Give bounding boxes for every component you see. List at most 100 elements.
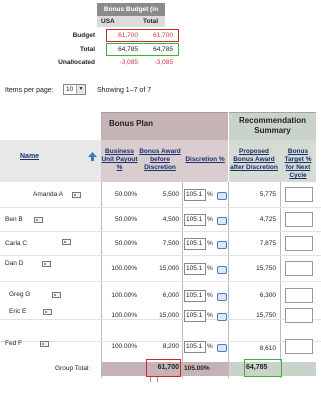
comment-bubble-icon[interactable] xyxy=(217,217,227,225)
proposed-award-value: 7,875 xyxy=(259,240,276,247)
bonus-target-input[interactable] xyxy=(285,308,313,323)
column-header-bonus-target-next[interactable]: Bonus Target % for Next Cycle xyxy=(280,140,316,182)
column-header-bonus-award-before[interactable]: Bonus Award before Discretion xyxy=(139,140,181,182)
discretion-input[interactable]: 105.1 xyxy=(184,189,206,201)
bonus-before-value: 7,500 xyxy=(162,240,179,247)
employee-name[interactable]: Fed F xyxy=(5,339,22,349)
payout-value: 50.00% xyxy=(114,240,137,247)
proposed-award-value: 6,300 xyxy=(259,292,276,299)
bonus-target-input[interactable] xyxy=(285,236,313,251)
contact-card-icon[interactable] xyxy=(72,192,81,198)
employee-name[interactable]: Eric E xyxy=(9,307,26,317)
contact-card-icon[interactable] xyxy=(40,341,49,347)
contact-card-icon[interactable] xyxy=(62,239,71,245)
table-row: Carla C 50.00% 7,500 105.1 % 7,875 xyxy=(0,232,321,256)
column-resize-grip[interactable] xyxy=(150,377,158,382)
total-total-value: 64,785 xyxy=(153,46,173,53)
discretion-input[interactable]: 105.1 xyxy=(184,290,206,302)
chevron-down-icon[interactable]: ▼ xyxy=(76,85,85,94)
comment-bubble-icon[interactable] xyxy=(217,241,227,249)
budget-summary-title: Bonus Budget (in USD) xyxy=(97,3,165,26)
bonus-before-value: 15,000 xyxy=(159,265,179,272)
discretion-input[interactable]: 105.1 xyxy=(184,310,206,322)
column-header-name[interactable]: Name xyxy=(20,153,39,160)
budget-usa-value: 61,700 xyxy=(118,32,138,39)
bonus-target-input[interactable] xyxy=(285,212,313,227)
name-header-background xyxy=(0,140,101,182)
bonus-target-input[interactable] xyxy=(285,339,313,354)
bonus-before-value: 6,000 xyxy=(162,292,179,299)
contact-card-icon[interactable] xyxy=(34,217,43,223)
unallocated-row-label: Unallocated xyxy=(58,59,95,66)
comment-bubble-icon[interactable] xyxy=(217,266,227,274)
comment-bubble-icon[interactable] xyxy=(217,192,227,200)
group-total-discretion-value: 105.00% xyxy=(184,365,210,372)
comment-bubble-icon[interactable] xyxy=(217,313,227,321)
bonus-target-input[interactable] xyxy=(285,288,313,303)
payout-value: 50.00% xyxy=(114,216,137,223)
employee-name[interactable]: Carla C xyxy=(5,239,27,249)
group-total-proposed-value: 64,785 xyxy=(246,364,268,371)
discretion-input[interactable]: 105.1 xyxy=(184,263,206,275)
employee-name[interactable]: Greg G xyxy=(9,290,30,300)
sort-arrow-icon[interactable] xyxy=(88,152,97,161)
contact-card-icon[interactable] xyxy=(52,292,61,298)
discretion-input[interactable]: 105.1 xyxy=(184,238,206,250)
payout-value: 100.00% xyxy=(111,343,137,350)
payout-value: 100.00% xyxy=(111,292,137,299)
percent-sign: % xyxy=(207,343,213,350)
column-header-discretion[interactable]: Discretion % xyxy=(182,140,228,182)
total-usa-value: 64,785 xyxy=(118,46,138,53)
bonus-before-value: 8,200 xyxy=(162,343,179,350)
budget-total-value: 61,700 xyxy=(153,32,173,39)
percent-sign: % xyxy=(207,265,213,272)
percent-sign: % xyxy=(207,292,213,299)
discretion-input[interactable]: 105.1 xyxy=(184,214,206,226)
bonus-target-input[interactable] xyxy=(285,261,313,276)
unallocated-total-value: -3,085 xyxy=(154,59,173,66)
column-header-business-unit-payout[interactable]: Business Unit Payout % xyxy=(101,140,138,182)
percent-sign: % xyxy=(207,312,213,319)
contact-card-icon[interactable] xyxy=(42,261,51,267)
items-per-page-value: 10 xyxy=(66,86,74,93)
unallocated-usa-value: -3,085 xyxy=(119,59,138,66)
table-row: Eric E 100.00% 15,000 105.1 % 15,750 xyxy=(0,308,321,342)
group-total-before-value: 61,700 xyxy=(157,364,179,371)
showing-status: Showing 1–7 of 7 xyxy=(97,87,152,94)
budget-row-label: Budget xyxy=(72,32,95,39)
proposed-award-value: 4,725 xyxy=(259,216,276,223)
employee-name[interactable]: Dan D xyxy=(5,259,23,269)
items-per-page-select[interactable]: 10 ▼ xyxy=(63,84,86,95)
recommendation-summary-group-header: Recommendation Summary xyxy=(229,112,316,140)
table-row: Amanda A 50.00% 5,500 105.1 % 5,775 xyxy=(0,182,321,208)
proposed-award-value: 15,750 xyxy=(256,312,276,319)
items-per-page-label: Items per page: xyxy=(5,87,54,94)
comment-bubble-icon[interactable] xyxy=(217,293,227,301)
budget-col-usa: USA xyxy=(97,16,139,27)
bonus-before-value: 5,500 xyxy=(162,191,179,198)
proposed-award-value: 15,750 xyxy=(256,265,276,272)
bonus-plan-group-header: Bonus Plan xyxy=(101,112,228,140)
percent-sign: % xyxy=(207,240,213,247)
budget-col-total: Total xyxy=(139,16,165,27)
group-total-label: Group Total: xyxy=(55,365,91,372)
proposed-award-value: 8,610 xyxy=(259,345,276,352)
comment-bubble-icon[interactable] xyxy=(217,344,227,352)
percent-sign: % xyxy=(207,216,213,223)
employee-name[interactable]: Ben B xyxy=(5,215,23,225)
bonus-before-value: 15,000 xyxy=(159,312,179,319)
discretion-input[interactable]: 105.1 xyxy=(184,341,206,353)
employee-name[interactable]: Amanda A xyxy=(33,190,63,200)
bonus-before-value: 4,500 xyxy=(162,216,179,223)
bonus-target-input[interactable] xyxy=(285,187,313,202)
table-row: Dan D 100.00% 15,000 105.1 % 15,750 xyxy=(0,256,321,282)
column-header-proposed-award[interactable]: Proposed Bonus Award after Discretion xyxy=(229,140,279,182)
total-row-label: Total xyxy=(79,46,95,53)
payout-value: 100.00% xyxy=(111,312,137,319)
proposed-award-value: 5,775 xyxy=(259,191,276,198)
percent-sign: % xyxy=(207,191,213,198)
table-row: Ben B 50.00% 4,500 105.1 % 4,725 xyxy=(0,208,321,232)
payout-value: 50.00% xyxy=(114,191,137,198)
contact-card-icon[interactable] xyxy=(43,309,52,315)
payout-value: 100.00% xyxy=(111,265,137,272)
